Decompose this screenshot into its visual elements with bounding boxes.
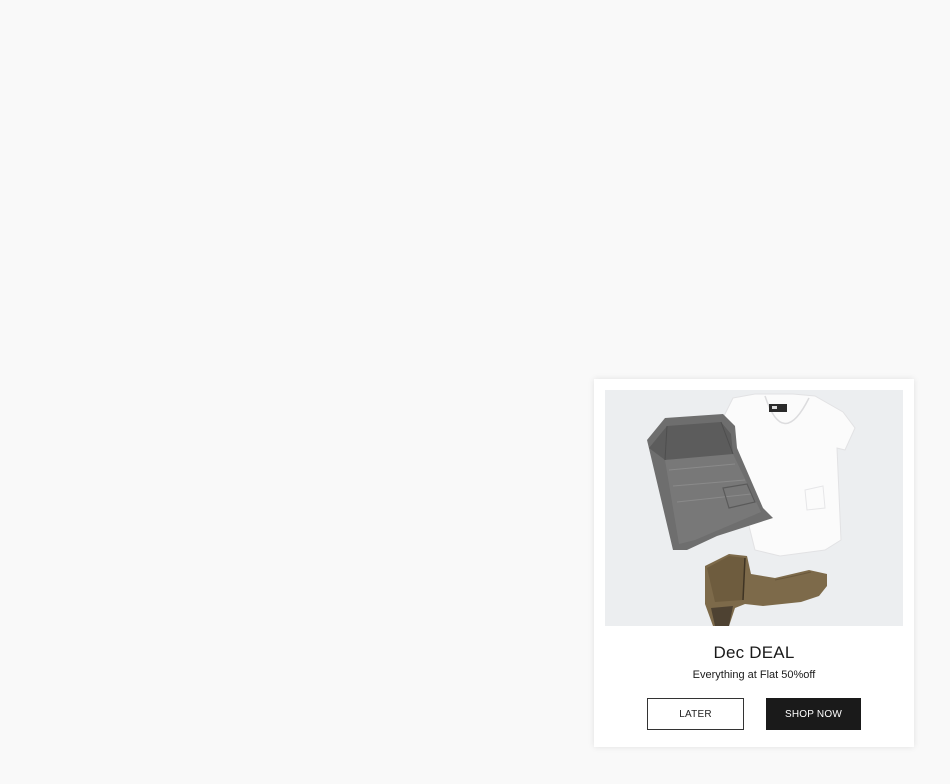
product-image <box>605 390 903 626</box>
clothing-illustration <box>605 390 903 626</box>
deal-subtitle: Everything at Flat 50%off <box>692 669 816 681</box>
promo-popup: Dec DEAL Everything at Flat 50%off LATER… <box>594 379 914 747</box>
deal-title: Dec DEAL <box>713 643 795 662</box>
shop-now-button[interactable]: SHOP NOW <box>766 698 861 730</box>
page-background: Dec DEAL Everything at Flat 50%off LATER… <box>0 0 950 784</box>
later-button[interactable]: LATER <box>647 698 744 730</box>
